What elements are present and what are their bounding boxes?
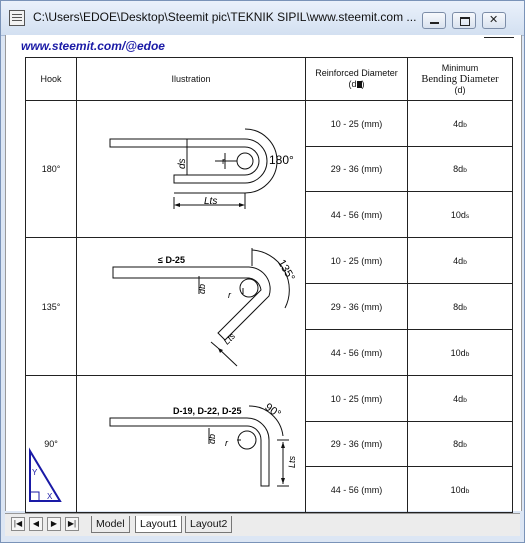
- hook-90-diagram: D-19, D-22, D-25 db r 90° Lts: [109, 401, 297, 487]
- bend-cell: 4db: [407, 237, 513, 284]
- bend-subscript: b: [465, 350, 470, 358]
- diameter-cell: 44 - 56 (mm): [305, 191, 408, 238]
- header-diameter-line2-suffix: ): [361, 79, 365, 89]
- bend-value: 10d: [450, 484, 466, 495]
- bend-subscript: b: [463, 442, 467, 449]
- tab-model[interactable]: Model: [91, 516, 130, 533]
- bend-cell: 8db: [407, 421, 513, 467]
- bend-value: 8d: [453, 164, 464, 174]
- bend-value: 10d: [450, 347, 466, 358]
- bend-subscript: b: [463, 121, 467, 129]
- header-min-line2: Bending Diameter: [421, 73, 499, 85]
- angle-label: 135°: [275, 258, 297, 284]
- diameter-cell: 10 - 25 (mm): [305, 100, 408, 147]
- table-row: 135° ≤ D-25 db r 135° Lts 10 - 25 (mm) 4…: [25, 237, 513, 376]
- bend-cell: 10db: [407, 329, 513, 376]
- next-tab-button[interactable]: ▶: [47, 517, 61, 531]
- diameter-cell: 44 - 56 (mm): [305, 466, 408, 513]
- bend-subscript: b: [463, 258, 467, 266]
- bend-subscript: b: [463, 396, 467, 404]
- bend-subscript: b: [463, 167, 467, 174]
- app-window: C:\Users\EDOE\Desktop\Steemit pic\TEKNIK…: [0, 0, 525, 543]
- last-tab-button[interactable]: ▶|: [65, 517, 79, 531]
- bend-value: 4d: [453, 118, 464, 129]
- bend-cell: 8db: [407, 283, 513, 330]
- header-hook: Hook: [25, 57, 77, 101]
- bend-cell: 4db: [407, 100, 513, 147]
- minimize-button[interactable]: [422, 12, 446, 29]
- r-label: r: [228, 290, 232, 300]
- db-label: db: [197, 284, 207, 294]
- hook-135-cell: 135°: [25, 237, 77, 376]
- table-row: 180° ds r 180° Lts 10 - 25 (mm) 4db: [25, 100, 513, 238]
- hook-135-diagram: ≤ D-25 db r 135° Lts: [112, 248, 297, 367]
- r-label: r: [225, 438, 229, 448]
- title-bar[interactable]: C:\Users\EDOE\Desktop\Steemit pic\TEKNIK…: [1, 1, 524, 36]
- bend-value: 8d: [453, 301, 464, 312]
- prev-tab-button[interactable]: ◀: [29, 517, 43, 531]
- bend-cell: 10db: [407, 466, 513, 513]
- bar-label: D-19, D-22, D-25: [173, 406, 242, 416]
- hook-180-cell: 180°: [25, 100, 77, 238]
- lts-label: Lts: [204, 196, 217, 207]
- hook-180-diagram: ds r 180° Lts: [109, 128, 294, 209]
- window-title: C:\Users\EDOE\Desktop\Steemit pic\TEKNIK…: [33, 10, 417, 24]
- bend-cell: 10ds: [407, 191, 513, 238]
- layout-tab-bar: |◀ ◀ ▶ ▶| Model Layout1 Layout2: [5, 513, 520, 536]
- bend-value: 4d: [453, 255, 464, 266]
- ucs-icon: Y X: [29, 447, 62, 502]
- bend-subscript: b: [463, 304, 467, 312]
- corner-mark: [484, 37, 514, 46]
- bend-subscript: b: [465, 487, 470, 495]
- site-url-text: www.steemit.com/@edoe: [21, 39, 165, 53]
- bend-subscript: s: [465, 212, 470, 220]
- db-label: ds: [177, 158, 188, 169]
- diameter-cell: 10 - 25 (mm): [305, 375, 408, 422]
- header-reinforced-diameter: Reinforced Diameter (d): [305, 57, 408, 101]
- tab-layout2[interactable]: Layout2: [185, 516, 233, 533]
- diameter-cell: 29 - 36 (mm): [305, 421, 408, 467]
- angle-label: 180°: [269, 153, 294, 167]
- table-row: 90° D-19, D-22, D-25 db r 90° Lts 10 - 2…: [25, 375, 513, 513]
- header-illustration: Ilustration: [76, 57, 306, 101]
- bend-value: 8d: [453, 439, 464, 449]
- bend-cell: 4db: [407, 375, 513, 422]
- close-button[interactable]: [482, 12, 506, 29]
- bend-value: 10d: [450, 209, 466, 220]
- angle-label: 90°: [262, 401, 283, 420]
- diameter-cell: 29 - 36 (mm): [305, 283, 408, 330]
- r-label: r: [222, 156, 225, 166]
- bar-label: ≤ D-25: [158, 255, 185, 265]
- hook-table: Hook Ilustration Reinforced Diameter (d)…: [25, 57, 513, 513]
- lts-label: Lts: [287, 455, 297, 468]
- ucs-y-label: Y: [32, 468, 38, 477]
- bend-value: 4d: [453, 393, 464, 404]
- ucs-x-label: X: [47, 492, 53, 501]
- header-min-line3: (d): [454, 84, 466, 95]
- diameter-cell: 29 - 36 (mm): [305, 146, 408, 192]
- header-min-bending: Minimum Bending Diameter (d): [407, 57, 513, 101]
- db-label: db: [207, 434, 217, 444]
- first-tab-button[interactable]: |◀: [11, 517, 25, 531]
- header-diameter-line2-prefix: (d: [348, 79, 357, 89]
- illustration-90: D-19, D-22, D-25 db r 90° Lts: [76, 375, 306, 513]
- diameter-cell: 10 - 25 (mm): [305, 237, 408, 284]
- app-icon[interactable]: [9, 10, 25, 26]
- maximize-button[interactable]: [452, 12, 476, 29]
- illustration-180: ds r 180° Lts: [76, 100, 306, 238]
- header-diameter-line1: Reinforced Diameter: [315, 68, 398, 78]
- lts-label: Lts: [222, 331, 238, 347]
- diameter-cell: 44 - 56 (mm): [305, 329, 408, 376]
- bend-cell: 8db: [407, 146, 513, 192]
- table-header-row: Hook Ilustration Reinforced Diameter (d)…: [25, 57, 513, 101]
- illustration-135: ≤ D-25 db r 135° Lts: [76, 237, 306, 376]
- header-min-line1: Minimum: [441, 62, 479, 73]
- tab-layout1[interactable]: Layout1: [135, 516, 183, 533]
